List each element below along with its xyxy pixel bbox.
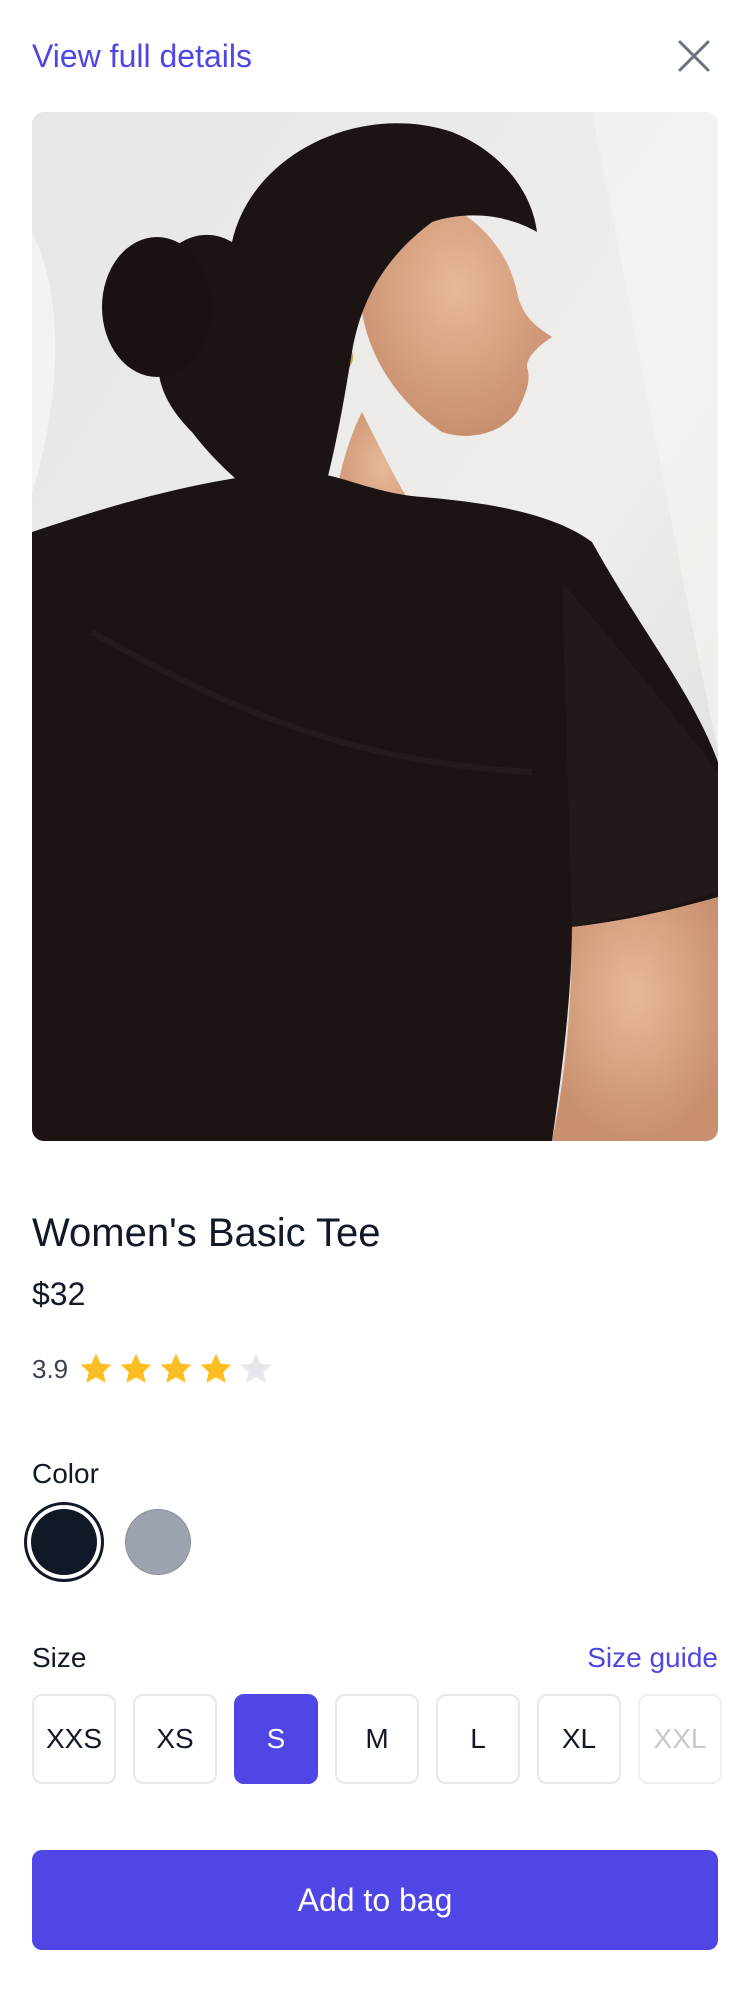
star-filled-icon: [80, 1353, 112, 1383]
product-image: [32, 112, 718, 1141]
star-empty-icon: [240, 1353, 272, 1383]
rating-stars: [78, 1351, 274, 1387]
star-filled-icon: [120, 1353, 152, 1383]
color-swatch-fill: [31, 1509, 97, 1575]
product-photo: [32, 112, 718, 1141]
size-option-xl[interactable]: XL: [537, 1694, 621, 1784]
view-full-details-link[interactable]: View full details: [32, 36, 252, 76]
size-guide-link[interactable]: Size guide: [587, 1640, 718, 1676]
size-option-m[interactable]: M: [335, 1694, 419, 1784]
size-label: Size: [32, 1642, 87, 1673]
color-swatch-gray[interactable]: [118, 1502, 198, 1582]
product-price: $32: [32, 1276, 86, 1312]
product-name: Women's Basic Tee: [32, 1211, 381, 1255]
star-filled-icon: [160, 1353, 192, 1383]
color-swatch-fill: [125, 1509, 191, 1575]
add-to-bag-button[interactable]: Add to bag: [32, 1850, 718, 1950]
star-filled-icon: [200, 1353, 232, 1383]
color-swatches: [24, 1502, 198, 1582]
close-icon: [678, 40, 710, 72]
size-option-s[interactable]: S: [234, 1694, 318, 1784]
rating: 3.9: [32, 1350, 274, 1388]
size-option-xs[interactable]: XS: [133, 1694, 217, 1784]
size-options: XXS XS S M L XL XXL: [32, 1694, 722, 1784]
size-option-l[interactable]: L: [436, 1694, 520, 1784]
color-label: Color: [32, 1458, 99, 1489]
color-swatch-black[interactable]: [24, 1502, 104, 1582]
quick-view-modal: View full details Women's Basic Tee $32 …: [0, 0, 750, 2014]
rating-value: 3.9: [32, 1353, 69, 1384]
size-option-xxl: XXL: [638, 1694, 722, 1784]
size-option-xxs[interactable]: XXS: [32, 1694, 116, 1784]
close-button[interactable]: [672, 34, 716, 78]
